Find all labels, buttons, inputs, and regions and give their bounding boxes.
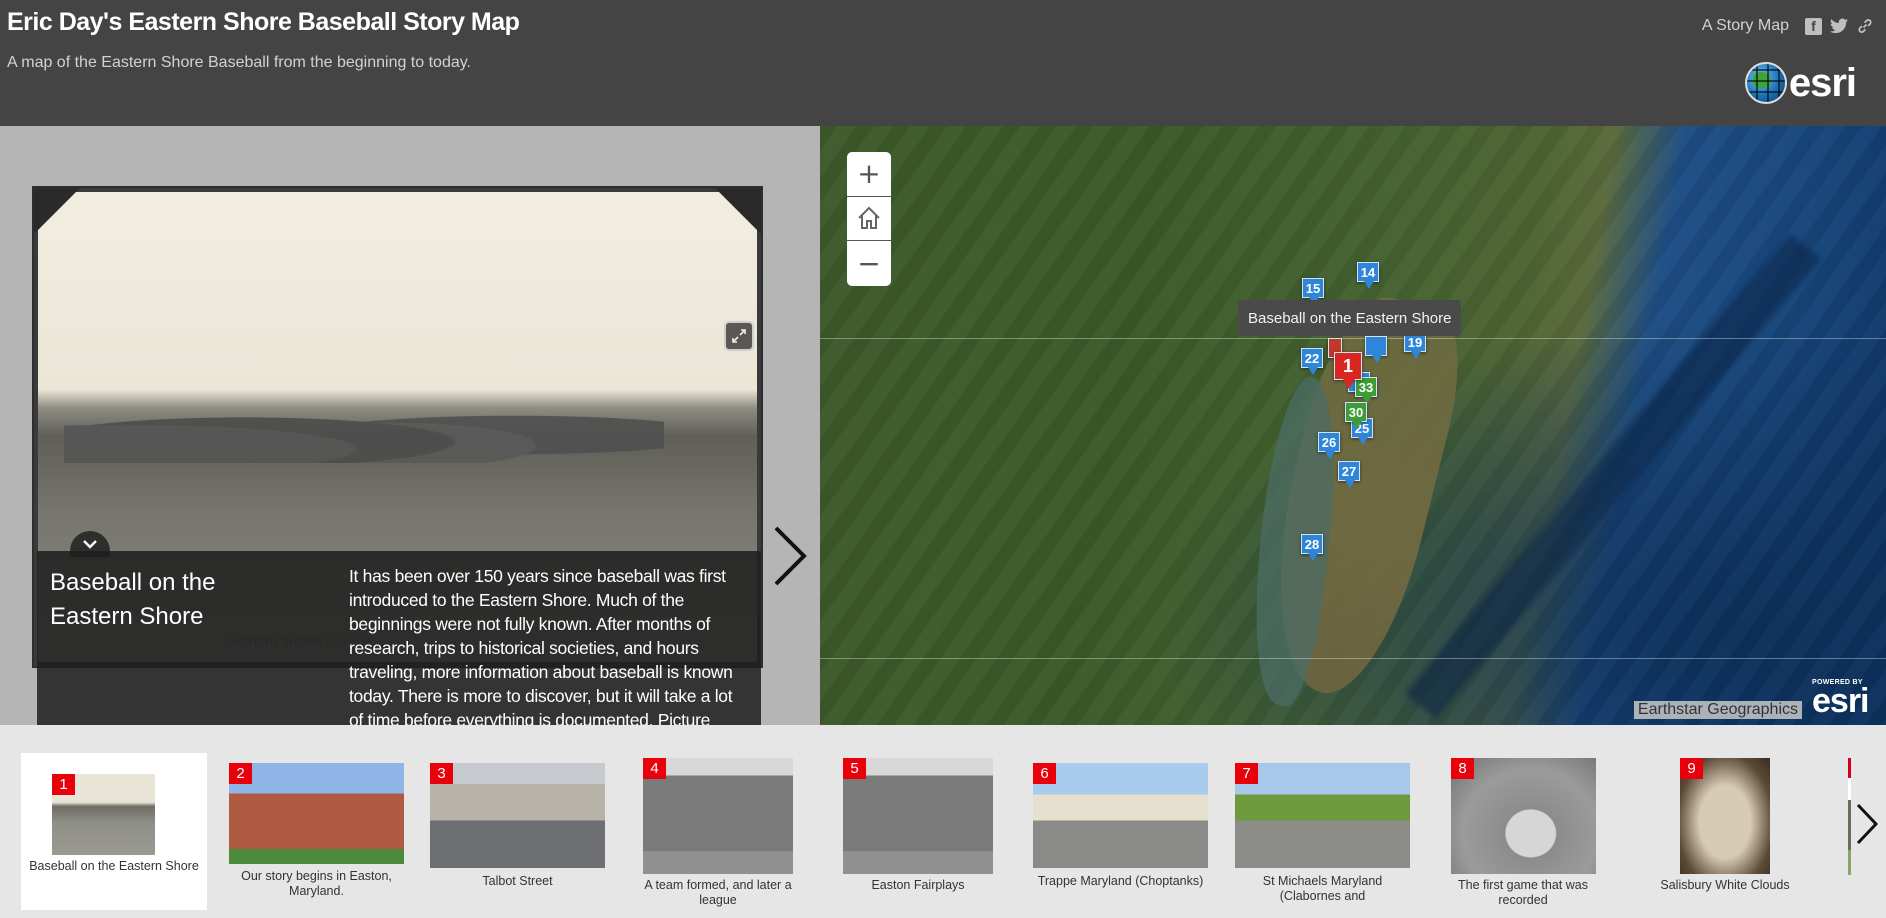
- carousel-item-10-partial[interactable]: [1848, 758, 1851, 875]
- map-marker[interactable]: 30: [1345, 402, 1367, 429]
- story-map-link[interactable]: A Story Map: [1702, 17, 1789, 35]
- map-marker[interactable]: 28: [1301, 534, 1323, 561]
- globe-icon: [1744, 62, 1787, 104]
- thumbnail: 9: [1680, 758, 1770, 874]
- map-attribution: Earthstar Geographics: [1633, 701, 1802, 719]
- thumbnail: 2: [229, 763, 404, 864]
- header-links: A Story Map f: [1702, 17, 1874, 35]
- home-button[interactable]: [847, 197, 891, 242]
- carousel-item-1[interactable]: 1 Baseball on the Eastern Shore: [21, 753, 207, 910]
- map[interactable]: + − 15 14 22 19 33 25 30 26 27 28 1 Base…: [820, 126, 1886, 725]
- carousel-item-7[interactable]: 7 St Michaels Maryland (Clabornes and: [1235, 763, 1410, 913]
- carousel-item-4[interactable]: 4 A team formed, and later a league: [638, 758, 798, 913]
- map-marker[interactable]: 26: [1318, 432, 1340, 459]
- esri-logo[interactable]: esri: [1744, 62, 1857, 104]
- page-subtitle: A map of the Eastern Shore Baseball from…: [7, 54, 471, 71]
- carousel-item-label: Our story begins in Easton, Maryland.: [241, 869, 392, 898]
- carousel-item-3[interactable]: 3 Talbot Street: [430, 763, 605, 913]
- carousel-item-label: A team formed, and later a league: [644, 878, 792, 907]
- thumbnail: 8: [1451, 758, 1596, 874]
- chevron-right-icon: [774, 526, 807, 586]
- powered-by-esri[interactable]: POWERED BY esri: [1812, 679, 1886, 718]
- carousel-item-2[interactable]: 2 Our story begins in Easton, Maryland.: [229, 763, 404, 913]
- zoom-in-button[interactable]: +: [847, 152, 891, 197]
- media-panel: EASTERN SHORE LEAGUE Baseball on the Eas…: [0, 126, 820, 792]
- map-tooltip: Baseball on the Eastern Shore: [1238, 300, 1462, 336]
- header: Eric Day's Eastern Shore Baseball Story …: [0, 0, 1886, 126]
- carousel-item-label: Talbot Street: [482, 874, 553, 888]
- home-icon: [858, 206, 880, 230]
- carousel-item-label: Salisbury White Clouds: [1660, 878, 1790, 892]
- chevron-right-icon: [1856, 803, 1879, 845]
- zoom-out-button[interactable]: −: [847, 241, 891, 286]
- carousel-item-8[interactable]: 8 The first game that was recorded: [1443, 758, 1603, 913]
- carousel-item-label: The first game that was recorded: [1458, 878, 1588, 907]
- map-marker[interactable]: 15: [1302, 278, 1324, 305]
- carousel-item-6[interactable]: 6 Trappe Maryland (Choptanks): [1033, 763, 1208, 913]
- thumbnail: 4: [643, 758, 793, 874]
- thumbnail: 1: [52, 774, 155, 855]
- map-marker[interactable]: 14: [1357, 262, 1379, 289]
- carousel-item-label: Baseball on the Eastern Shore: [29, 859, 199, 873]
- story-carousel: 1 Baseball on the Eastern Shore 2 Our st…: [0, 725, 1886, 918]
- map-marker[interactable]: 33: [1355, 377, 1377, 404]
- next-story-button[interactable]: [770, 524, 810, 588]
- page-title: Eric Day's Eastern Shore Baseball Story …: [7, 8, 520, 36]
- carousel-item-5[interactable]: 5 Easton Fairplays: [843, 758, 993, 913]
- map-marker[interactable]: 27: [1338, 461, 1360, 488]
- carousel-item-label: St Michaels Maryland (Clabornes and: [1262, 874, 1383, 903]
- map-marker[interactable]: 22: [1301, 348, 1323, 375]
- map-marker-active[interactable]: 1: [1334, 352, 1362, 389]
- thumbnail: 7: [1235, 763, 1410, 868]
- carousel-item-label: Easton Fairplays: [871, 878, 965, 892]
- carousel-next-button[interactable]: [1854, 801, 1880, 847]
- twitter-icon[interactable]: [1830, 17, 1848, 35]
- thumbnail: 3: [430, 763, 605, 868]
- story-title: Baseball on the Eastern Shore: [50, 569, 216, 630]
- expand-icon[interactable]: [724, 321, 754, 351]
- thumbnail: 6: [1033, 763, 1208, 868]
- map-zoom-control: + −: [847, 152, 891, 286]
- carousel-item-9[interactable]: 9 Salisbury White Clouds: [1645, 758, 1805, 913]
- facebook-icon[interactable]: f: [1805, 17, 1822, 35]
- link-icon[interactable]: [1856, 17, 1874, 35]
- thumbnail: 5: [843, 758, 993, 874]
- carousel-item-label: Trappe Maryland (Choptanks): [1037, 874, 1204, 888]
